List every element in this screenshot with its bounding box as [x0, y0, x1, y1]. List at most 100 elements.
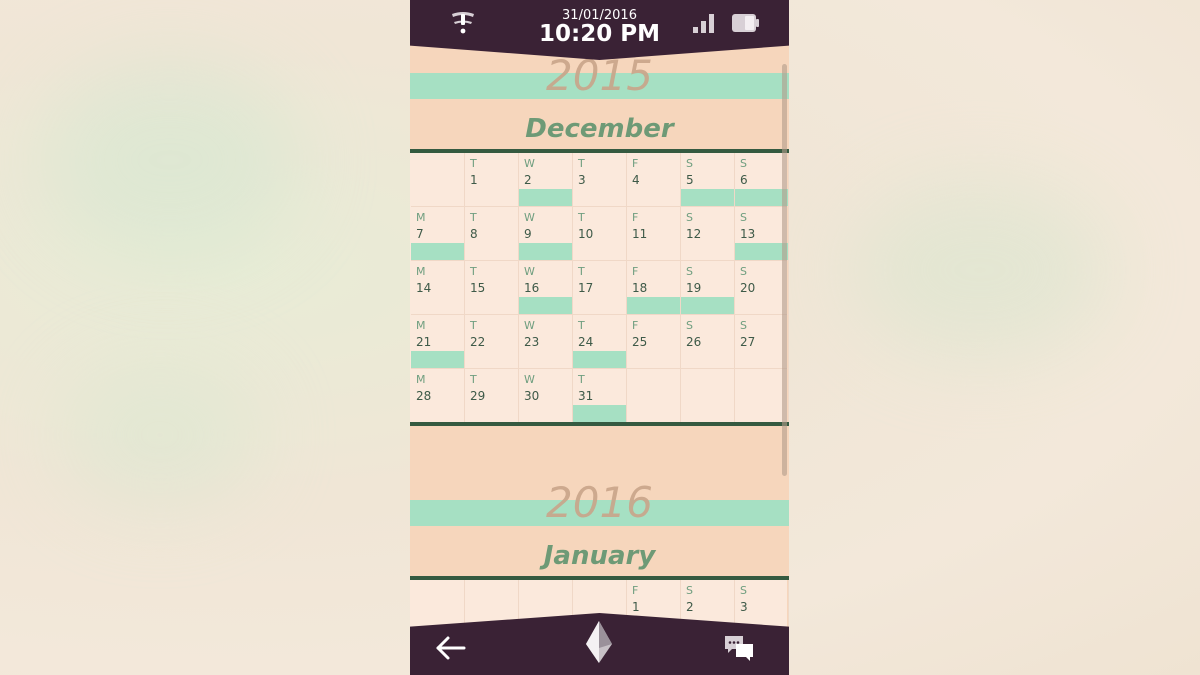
- day-number: 5: [686, 173, 694, 187]
- day-number: 25: [632, 335, 648, 349]
- day-cell[interactable]: W9: [519, 207, 573, 261]
- crystal-icon[interactable]: [584, 620, 614, 664]
- day-cell[interactable]: S 13: [735, 207, 789, 261]
- day-cell[interactable]: S 26: [681, 315, 735, 369]
- day-of-week-label: T: [578, 373, 585, 386]
- day-cell[interactable]: S 19: [681, 261, 735, 315]
- month-heading: January: [543, 541, 656, 571]
- day-cell[interactable]: F 25: [627, 315, 681, 369]
- event-marker: [519, 243, 572, 260]
- day-number: 11: [632, 227, 648, 241]
- day-of-week-label: T: [578, 157, 585, 170]
- day-cell[interactable]: T8: [465, 207, 519, 261]
- event-marker: [627, 297, 680, 314]
- month-divider: [410, 422, 789, 426]
- day-of-week-label: S: [740, 157, 747, 170]
- day-of-week-label: F: [632, 157, 639, 170]
- month-heading: December: [525, 114, 674, 144]
- day-cell[interactable]: T 31: [573, 369, 627, 423]
- day-cell[interactable]: M 28: [411, 369, 465, 423]
- day-number: 29: [470, 389, 486, 403]
- signal-bars-icon: [693, 14, 714, 33]
- day-cell[interactable]: T 15: [465, 261, 519, 315]
- background-blur: [40, 60, 300, 260]
- event-marker: [573, 405, 626, 422]
- day-cell[interactable]: T3: [573, 153, 627, 207]
- day-number: 31: [578, 389, 594, 403]
- day-cell[interactable]: S6: [735, 153, 789, 207]
- day-of-week-label: M: [416, 265, 426, 278]
- day-of-week-label: S: [686, 584, 693, 597]
- day-cell[interactable]: T 17: [573, 261, 627, 315]
- day-number: 19: [686, 281, 702, 295]
- day-cell[interactable]: F 18: [627, 261, 681, 315]
- day-of-week-label: F: [632, 319, 639, 332]
- day-cell[interactable]: S5: [681, 153, 735, 207]
- day-of-week-label: S: [740, 265, 747, 278]
- back-arrow-icon[interactable]: [435, 635, 467, 661]
- day-number: 12: [686, 227, 702, 241]
- day-of-week-label: S: [686, 319, 693, 332]
- day-cell[interactable]: W 30: [519, 369, 573, 423]
- day-number: 20: [740, 281, 756, 295]
- day-of-week-label: T: [470, 157, 477, 170]
- day-cell[interactable]: T 24: [573, 315, 627, 369]
- calendar-scroll-view[interactable]: 2015 December T 1 W 2 T 3 F 4 S 5 S 6 M 7 T 8 W 9 T 10 F 11 S 12 S…: [410, 0, 789, 675]
- day-number: 28: [416, 389, 432, 403]
- day-number: 24: [578, 335, 594, 349]
- day-of-week-label: S: [686, 211, 693, 224]
- day-cell[interactable]: F4: [627, 153, 681, 207]
- day-of-week-label: T: [470, 319, 477, 332]
- day-cell[interactable]: T 10: [573, 207, 627, 261]
- month-grid: T 1 W 2 T 3 F 4 S 5 S 6 M 7 T 8 W 9 T 10 F 11 S 12 S 13 M 14 T 15 W 16 T…: [410, 153, 789, 423]
- day-of-week-label: T: [578, 265, 585, 278]
- day-cell[interactable]: M 14: [411, 261, 465, 315]
- day-of-week-label: S: [686, 157, 693, 170]
- day-number: 23: [524, 335, 540, 349]
- day-of-week-label: W: [524, 373, 535, 386]
- day-cell[interactable]: S 27: [735, 315, 789, 369]
- day-number: 21: [416, 335, 432, 349]
- day-of-week-label: F: [632, 265, 639, 278]
- day-of-week-label: S: [686, 265, 693, 278]
- day-cell[interactable]: T 29: [465, 369, 519, 423]
- day-of-week-label: W: [524, 157, 535, 170]
- day-number: 4: [632, 173, 640, 187]
- day-number: 7: [416, 227, 424, 241]
- day-cell[interactable]: S 20: [735, 261, 789, 315]
- event-marker: [411, 243, 464, 260]
- day-cell[interactable]: T 22: [465, 315, 519, 369]
- day-of-week-label: M: [416, 211, 426, 224]
- day-number: 17: [578, 281, 594, 295]
- day-cell[interactable]: W2: [519, 153, 573, 207]
- day-cell[interactable]: F 11: [627, 207, 681, 261]
- day-cell[interactable]: W 16: [519, 261, 573, 315]
- day-of-week-label: T: [578, 211, 585, 224]
- day-number: 10: [578, 227, 594, 241]
- year-heading: 2016: [546, 478, 653, 527]
- day-of-week-label: S: [740, 211, 747, 224]
- event-marker: [681, 297, 734, 314]
- day-number: 26: [686, 335, 702, 349]
- background-blur: [850, 180, 1110, 360]
- event-marker: [573, 351, 626, 368]
- day-number: 1: [632, 600, 640, 614]
- day-number: 27: [740, 335, 756, 349]
- chat-bubbles-icon[interactable]: [724, 633, 754, 663]
- day-number: 2: [686, 600, 694, 614]
- day-cell[interactable]: W 23: [519, 315, 573, 369]
- day-of-week-label: F: [632, 211, 639, 224]
- day-number: 2: [524, 173, 532, 187]
- day-of-week-label: W: [524, 319, 535, 332]
- day-cell[interactable]: M 21: [411, 315, 465, 369]
- phone-screen: 2015 December T 1 W 2 T 3 F 4 S 5 S 6 M 7 T 8 W 9 T 10 F 11 S 12 S…: [410, 0, 789, 675]
- event-marker: [519, 297, 572, 314]
- day-cell[interactable]: M7: [411, 207, 465, 261]
- day-of-week-label: F: [632, 584, 639, 597]
- day-cell[interactable]: T1: [465, 153, 519, 207]
- empty-day-cell: [735, 369, 789, 423]
- day-cell[interactable]: S 12: [681, 207, 735, 261]
- scrollbar[interactable]: [782, 64, 787, 476]
- day-number: 14: [416, 281, 432, 295]
- day-number: 15: [470, 281, 486, 295]
